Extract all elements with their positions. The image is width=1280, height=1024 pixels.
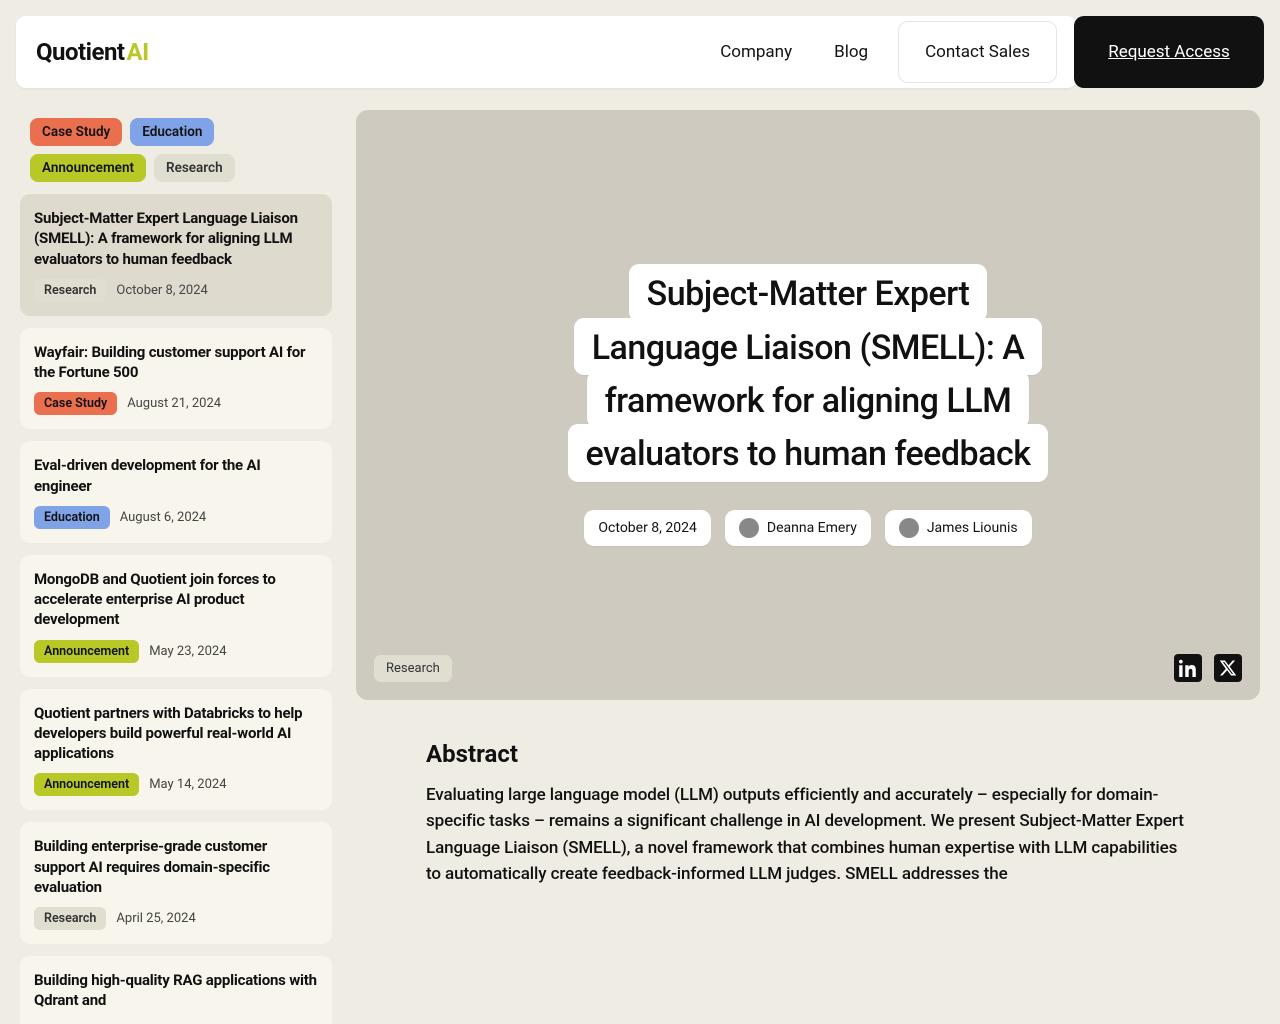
article-category-badge: Research xyxy=(374,655,452,682)
post-title: Subject-Matter Expert Language Liaison (… xyxy=(34,208,318,269)
post-meta: Research April 25, 2024 xyxy=(34,907,318,930)
post-tag: Case Study xyxy=(34,392,117,415)
author-name: Deanna Emery xyxy=(767,520,857,536)
filter-research[interactable]: Research xyxy=(154,154,235,182)
category-filters: Case Study Education Announcement Research xyxy=(16,110,336,182)
article-title: Subject-Matter Expert Language Liaison (S… xyxy=(568,264,1049,477)
filter-case-study[interactable]: Case Study xyxy=(30,118,122,146)
post-card[interactable]: Building high-quality RAG applications w… xyxy=(20,956,332,1024)
post-tag: Announcement xyxy=(34,640,139,663)
hero-title-line: framework for aligning LLM xyxy=(605,381,1012,421)
article-body: Abstract Evaluating large language model… xyxy=(356,700,1260,927)
post-date: April 25, 2024 xyxy=(116,911,195,926)
article-author-2: James Liounis xyxy=(885,510,1032,546)
blog-sidebar: Case Study Education Announcement Research … xyxy=(16,110,336,1024)
post-meta: Announcement May 23, 2024 xyxy=(34,640,318,663)
nav-blog[interactable]: Blog xyxy=(822,34,880,70)
logo-name: Quotient xyxy=(36,38,125,66)
article-author-1: Deanna Emery xyxy=(725,510,871,546)
post-tag: Announcement xyxy=(34,773,139,796)
post-list[interactable]: Subject-Matter Expert Language Liaison (… xyxy=(16,194,336,1024)
article-meta: October 8, 2024 Deanna Emery James Lioun… xyxy=(584,510,1031,546)
post-date: August 21, 2024 xyxy=(127,396,221,411)
linkedin-icon[interactable] xyxy=(1174,654,1202,682)
hero-footer: Research xyxy=(374,654,1242,682)
abstract-text: Evaluating large language model (LLM) ou… xyxy=(426,782,1190,887)
post-card[interactable]: Eval-driven development for the AI engin… xyxy=(20,441,332,543)
post-title: Wayfair: Building customer support AI fo… xyxy=(34,342,318,383)
post-meta: Announcement May 14, 2024 xyxy=(34,773,318,796)
post-date: August 6, 2024 xyxy=(120,510,207,525)
article-hero: Subject-Matter Expert Language Liaison (S… xyxy=(356,110,1260,700)
post-title: Quotient partners with Databricks to hel… xyxy=(34,703,318,764)
x-twitter-icon[interactable] xyxy=(1214,654,1242,682)
article-date: October 8, 2024 xyxy=(584,510,710,546)
hero-title-line: evaluators to human feedback xyxy=(586,434,1031,474)
share-icons xyxy=(1174,654,1242,682)
author-name: James Liounis xyxy=(927,520,1018,536)
hero-title-line: Subject-Matter Expert xyxy=(647,274,970,314)
avatar xyxy=(899,518,919,538)
top-nav: Quotient AI Company Blog Contact Sales xyxy=(16,16,1077,88)
post-card[interactable]: Wayfair: Building customer support AI fo… xyxy=(20,328,332,430)
post-card[interactable]: Quotient partners with Databricks to hel… xyxy=(20,689,332,811)
article-main[interactable]: Subject-Matter Expert Language Liaison (S… xyxy=(356,110,1264,1024)
post-tag: Education xyxy=(34,506,110,529)
filter-announce[interactable]: Announcement xyxy=(30,154,146,182)
post-meta: Case Study August 21, 2024 xyxy=(34,392,318,415)
abstract-heading: Abstract xyxy=(426,740,1190,768)
post-meta: Education August 6, 2024 xyxy=(34,506,318,529)
post-tag: Research xyxy=(34,907,106,930)
request-access-button[interactable]: Request Access xyxy=(1074,16,1264,88)
post-date: May 14, 2024 xyxy=(149,777,226,792)
filter-education[interactable]: Education xyxy=(130,118,214,146)
post-meta: Research October 8, 2024 xyxy=(34,279,318,302)
avatar xyxy=(739,518,759,538)
post-title: MongoDB and Quotient join forces to acce… xyxy=(34,569,318,630)
post-tag: Research xyxy=(34,279,106,302)
logo-suffix: AI xyxy=(127,38,149,66)
contact-sales-button[interactable]: Contact Sales xyxy=(898,21,1057,83)
post-card[interactable]: Subject-Matter Expert Language Liaison (… xyxy=(20,194,332,316)
logo[interactable]: Quotient AI xyxy=(36,38,149,66)
post-date: May 23, 2024 xyxy=(149,644,226,659)
post-title: Building high-quality RAG applications w… xyxy=(34,970,318,1011)
post-date: October 8, 2024 xyxy=(116,283,207,298)
hero-title-line: Language Liaison (SMELL): A xyxy=(592,328,1025,368)
post-title: Building enterprise-grade customer suppo… xyxy=(34,836,318,897)
post-card[interactable]: MongoDB and Quotient join forces to acce… xyxy=(20,555,332,677)
nav-company[interactable]: Company xyxy=(708,34,804,70)
nav-links: Company Blog Contact Sales xyxy=(708,21,1057,83)
post-card[interactable]: Building enterprise-grade customer suppo… xyxy=(20,822,332,944)
post-title: Eval-driven development for the AI engin… xyxy=(34,455,318,496)
